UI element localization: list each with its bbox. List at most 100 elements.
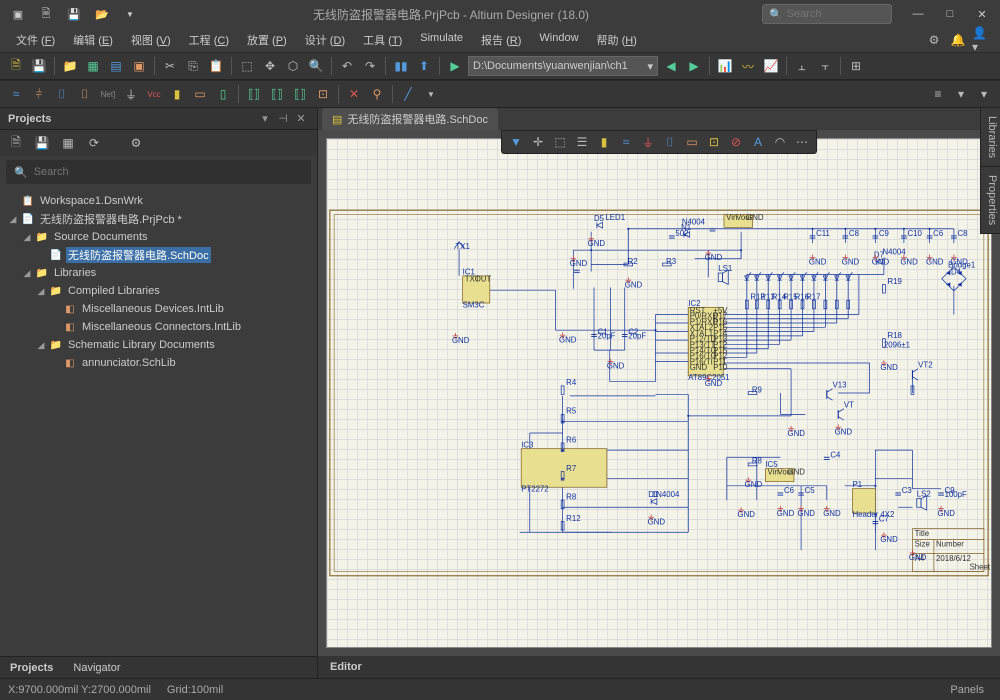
gnd-icon[interactable]: ⏚ [121,84,141,104]
comp4-icon[interactable]: ⊡ [313,84,333,104]
menu-item[interactable]: 设计 (D) [297,30,353,50]
up-icon[interactable]: ⬆ [414,56,434,76]
menu-r2-icon[interactable]: ▾ [951,84,971,104]
align-l-icon[interactable]: ⫠ [792,56,812,76]
move-icon[interactable]: ✥ [260,56,280,76]
tree-row[interactable]: 📄无线防盗报警器电路.SchDoc [2,246,315,264]
tree-row[interactable]: ◢📁Schematic Library Documents [2,336,315,354]
gnd-icon2[interactable]: ⏚ [638,132,658,152]
copy-icon[interactable]: ⎘ [183,56,203,76]
settings-icon[interactable]: ⚙ [924,30,944,50]
panel-search-input[interactable] [34,166,303,178]
lib-icon[interactable]: ▣ [129,56,149,76]
bus-icon[interactable]: ⫩ [29,84,49,104]
list-icon[interactable]: ☰ [572,132,592,152]
arc-icon[interactable]: ◠ [770,132,790,152]
menu-item[interactable]: 编辑 (E) [65,30,121,50]
menu-item[interactable]: 放置 (P) [239,30,295,50]
tree-row[interactable]: ◧annunciator.SchLib [2,354,315,372]
tree-row[interactable]: ◢📄无线防盗报警器电路.PrjPcb * [2,210,315,228]
tree-row[interactable]: ◢📁Compiled Libraries [2,282,315,300]
tree-row[interactable]: ◢📁Libraries [2,264,315,282]
rail-libraries[interactable]: Libraries [981,108,1000,167]
tree-twisty[interactable]: ◢ [22,268,32,279]
part-icon2[interactable]: ▮ [594,132,614,152]
editor-tab[interactable]: Editor [318,658,374,676]
part-icon[interactable]: ▮ [167,84,187,104]
save-icon[interactable]: 💾 [64,4,84,24]
run-icon[interactable]: ▶ [445,56,465,76]
comp3-icon[interactable]: ⟦⟧ [290,84,310,104]
line-dd-icon[interactable]: ▼ [421,84,441,104]
chart-icon[interactable]: 📊 [715,56,735,76]
close-button[interactable]: ✕ [972,4,992,24]
menu-r1-icon[interactable]: ≡ [928,84,948,104]
wave-icon[interactable]: 〰 [738,56,758,76]
new-icon[interactable]: 🗎 [36,4,56,24]
probe-icon[interactable]: ⚲ [367,84,387,104]
menu-item[interactable]: Simulate [412,30,471,50]
panel-tab[interactable]: Projects [0,659,63,677]
line-icon[interactable]: ╱ [398,84,418,104]
menu-item[interactable]: 报告 (R) [473,30,529,50]
paste-icon[interactable]: 📋 [206,56,226,76]
back-icon[interactable]: ▶ [684,56,704,76]
panel-close-icon[interactable]: ✕ [293,111,309,127]
compile-icon[interactable]: ▦ [83,56,103,76]
cut-icon[interactable]: ✂ [160,56,180,76]
more-icon[interactable]: ⋯ [792,132,812,152]
save-doc-icon[interactable]: 💾 [29,56,49,76]
align-r-icon[interactable]: ⫟ [815,56,835,76]
menu-item[interactable]: 帮助 (H) [589,30,645,50]
notify-icon[interactable]: 🔔 [948,30,968,50]
panel-doc-icon[interactable]: 🗎 [6,133,26,153]
netlabel-icon[interactable]: ⌷ [52,84,72,104]
menu-item[interactable]: 文件 (F) [8,30,63,50]
dropdown-icon[interactable]: ▼ [120,4,140,24]
noerc-icon[interactable]: ✕ [344,84,364,104]
project-tree[interactable]: 📋Workspace1.DsnWrk◢📄无线防盗报警器电路.PrjPcb *◢📁… [0,188,317,656]
tree-twisty[interactable]: ◢ [8,214,18,225]
undo-icon[interactable]: ↶ [337,56,357,76]
go-icon[interactable]: ◀ [661,56,681,76]
panel-tab[interactable]: Navigator [63,659,130,677]
menu-item[interactable]: 视图 (V) [123,30,179,50]
wire-icon2[interactable]: ≈ [616,132,636,152]
tree-row[interactable]: ◧Miscellaneous Devices.IntLib [2,300,315,318]
new-doc-icon[interactable]: 🗎 [6,56,26,76]
panel-save-icon[interactable]: 💾 [32,133,52,153]
rail-properties[interactable]: Properties [981,167,1000,234]
tree-row[interactable]: ◢📁Source Documents [2,228,315,246]
x-icon2[interactable]: ⊘ [726,132,746,152]
select-icon[interactable]: ⬚ [237,56,257,76]
wire-icon[interactable]: ≈ [6,84,26,104]
panel-compile-icon[interactable]: ▦ [58,133,78,153]
lasso-icon[interactable]: ⬡ [283,56,303,76]
menu-item[interactable]: Window [531,30,586,50]
menu-item[interactable]: 工具 (T) [355,30,410,50]
document-tab[interactable]: ▤ 无线防盗报警器电路.SchDoc [322,108,498,130]
bus-icon2[interactable]: ⊡ [704,132,724,152]
open-icon[interactable]: 📂 [92,4,112,24]
maximize-button[interactable]: □ [940,4,960,24]
sheet-sym-icon[interactable]: ▭ [190,84,210,104]
panel-dd-icon[interactable]: ▾ [257,111,273,127]
harness-icon[interactable]: ▯ [213,84,233,104]
sheet-icon[interactable]: ▤ [106,56,126,76]
port-icon[interactable]: ⌷ [75,84,95,104]
grid-icon[interactable]: ⊞ [846,56,866,76]
search-input[interactable] [787,8,877,20]
redo-icon[interactable]: ↷ [360,56,380,76]
net-icon2[interactable]: ⌷ [660,132,680,152]
filter-icon[interactable]: ▼ [506,132,526,152]
comp2-icon[interactable]: ⟦⟧ [267,84,287,104]
path-combo[interactable]: D:\Documents\yuanwenjian\ch1▾ [468,56,658,76]
panel-pin-icon[interactable]: ⊣ [275,111,291,127]
user-icon[interactable]: 👤▾ [972,30,992,50]
schematic-canvas[interactable]: TitleSizeNumberA42018/6/12SheetIC1SM3CTX… [326,138,992,648]
hier-icon[interactable]: ▮▮ [391,56,411,76]
menu-item[interactable]: 工程 (C) [181,30,237,50]
menu-r3-icon[interactable]: ▾ [974,84,994,104]
tree-twisty[interactable]: ◢ [36,340,46,351]
vcc-icon[interactable]: Vcc [144,84,164,104]
